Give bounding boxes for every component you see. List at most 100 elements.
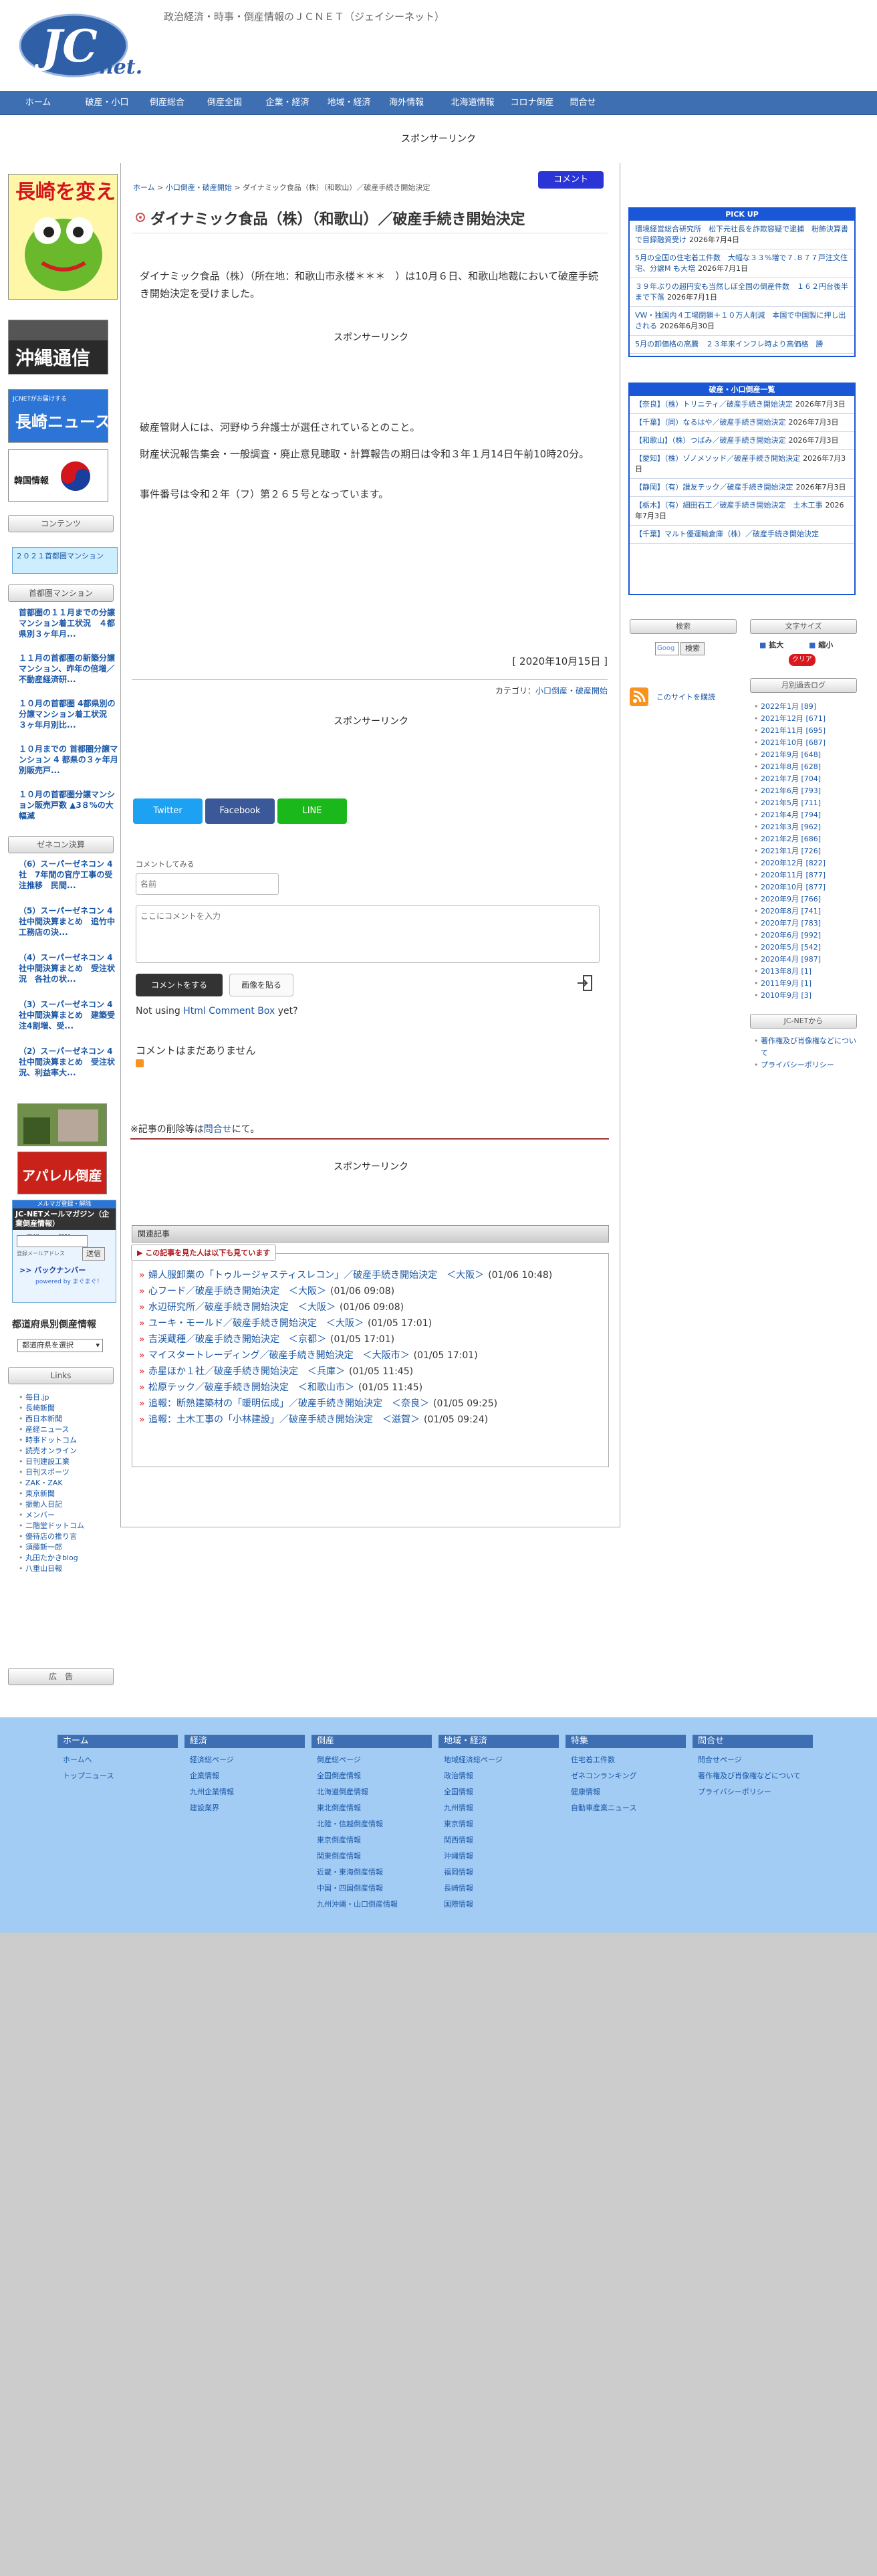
links-item[interactable]: • 西日本新聞	[19, 1414, 119, 1424]
zeneco-item[interactable]: （3）スーパーゼネコン 4社中間決算まとめ 建築受注4割増、受...	[19, 999, 119, 1031]
related-item[interactable]: 松原テック／破産手続き開始決定 ＜和歌山市＞ (01/05 11:45)	[138, 1380, 599, 1396]
mailmag-email-input[interactable]	[17, 1235, 88, 1247]
nav-tosan-zenkoku[interactable]: 倒産全国	[198, 91, 251, 115]
archive-item[interactable]: 2021年9月 [648]	[753, 749, 860, 761]
search-button[interactable]: 検索	[680, 642, 705, 655]
pref-select[interactable]: 都道府県を選択 ▾	[17, 1339, 103, 1352]
mansion-item[interactable]: １１月の首都圏の新築分譲マンション、昨年の倍増／不動産経済研...	[19, 653, 119, 685]
footer-link[interactable]: 政治情報	[438, 1768, 559, 1784]
hasan-item-title[interactable]: 【奈良】（株）トリニティ／破産手続き開始決定	[635, 400, 793, 409]
hasan-item[interactable]: 【奈良】（株）トリニティ／破産手続き開始決定 2026年7月3日	[630, 396, 854, 414]
archive-item[interactable]: 2013年8月 [1]	[753, 966, 860, 978]
archive-item[interactable]: 2021年4月 [794]	[753, 809, 860, 821]
banner-okinawa[interactable]: 沖縄通信	[8, 320, 108, 374]
links-item[interactable]: • 八重山日報	[19, 1564, 119, 1574]
links-item[interactable]: • 日刊スポーツ	[19, 1467, 119, 1478]
search-input[interactable]: Goog	[655, 642, 679, 655]
footer-link[interactable]: 健康情報	[566, 1784, 686, 1800]
mansion-item[interactable]: １０月までの 首都圏分譲マンション 4 都県の３ヶ年月別販売戸...	[19, 744, 119, 776]
pickup-item[interactable]: 環境経営総合研究所 松下元社長を詐欺容疑で逮捕 粉飾決算書で目録融資受け 2026…	[630, 221, 854, 249]
paste-image-button[interactable]: 画像を貼る	[229, 974, 293, 996]
hasan-item[interactable]: 【千葉】（同）なるはや／破産手続き開始決定 2026年7月3日	[630, 414, 854, 432]
related-item[interactable]: 追報：土木工事の「小林建設」／破産手続き開始決定 ＜滋賀＞ (01/05 09:2…	[138, 1412, 599, 1428]
footer-link[interactable]: 東北倒産情報	[311, 1800, 432, 1816]
zeneco-item[interactable]: （2）スーパーゼネコン 4社中間決算まとめ 受注状況、利益率大...	[19, 1046, 119, 1078]
footer-link[interactable]: 著作権及び肖像権などについて	[693, 1768, 813, 1784]
site-logo[interactable]: JC net.	[19, 7, 152, 82]
comment-button[interactable]: コメント	[538, 171, 604, 189]
related-item-title[interactable]: マイスタートレーディング／破産手続き開始決定 ＜大阪市＞	[148, 1350, 410, 1361]
links-item[interactable]: • 二階堂ドットコム	[19, 1521, 119, 1531]
footer-link[interactable]: ホームへ	[57, 1752, 178, 1768]
links-item[interactable]: • 長崎新聞	[19, 1403, 119, 1414]
archive-item[interactable]: 2022年1月 [89]	[753, 701, 860, 713]
mansion-item[interactable]: １０月の首都圏分譲マンション販売戸数 ▲3８%の大幅減	[19, 789, 119, 821]
related-item[interactable]: 追報：断熱建築材の「暖明伝成」／破産手続き開始決定 ＜奈良＞ (01/05 09:…	[138, 1396, 599, 1412]
archive-item[interactable]: 2021年5月 [711]	[753, 797, 860, 809]
nav-home[interactable]: ホーム	[15, 91, 61, 115]
related-item-title[interactable]: 赤星ほか１社／破産手続き開始決定 ＜兵庫＞	[148, 1366, 345, 1377]
footer-link[interactable]: 問合せページ	[693, 1752, 813, 1768]
footer-link[interactable]: 建設業界	[184, 1800, 305, 1816]
hasan-item[interactable]: 【愛知】（株）ゾノメソッド／破産手続き開始決定 2026年7月3日	[630, 450, 854, 479]
links-item[interactable]: • 読売オンライン	[19, 1446, 119, 1457]
hasan-item[interactable]: 【千葉】マルト優運輸倉庫（株）／破産手続き開始決定	[630, 526, 854, 544]
archive-item[interactable]: 2020年12月 [822]	[753, 857, 860, 869]
footer-heading[interactable]: 問合せ	[693, 1735, 813, 1748]
footer-link[interactable]: 近畿・東海倒産情報	[311, 1864, 432, 1881]
submit-comment-button[interactable]: コメントをする	[136, 974, 223, 996]
pickup-item-title[interactable]: 環境経営総合研究所 松下元社長を詐欺容疑で逮捕 粉飾決算書で目録融資受け	[635, 225, 848, 244]
archive-item[interactable]: 2010年9月 [3]	[753, 990, 860, 1002]
footer-link[interactable]: 住宅着工件数	[566, 1752, 686, 1768]
links-item[interactable]: • 産経ニュース	[19, 1424, 119, 1435]
rss-icon-small[interactable]	[136, 1059, 144, 1067]
archive-item[interactable]: 2020年4月 [987]	[753, 954, 860, 966]
comment-name-input[interactable]	[136, 873, 279, 895]
mansion-2021-link[interactable]: ２０２１首都圏マンション	[12, 547, 118, 574]
links-item[interactable]: • 丸田たかきblog	[19, 1553, 119, 1564]
archive-item[interactable]: 2020年6月 [992]	[753, 930, 860, 942]
banner-apparel[interactable]: アパレル倒産	[17, 1152, 107, 1194]
archive-item[interactable]: 2021年1月 [726]	[753, 845, 860, 857]
links-item[interactable]: • ZAK・ZAK	[19, 1478, 119, 1489]
links-item[interactable]: • 時事ドットコム	[19, 1435, 119, 1446]
footer-link[interactable]: 関東倒産情報	[311, 1848, 432, 1864]
footer-link[interactable]: 自動車産業ニュース	[566, 1800, 686, 1816]
footer-heading[interactable]: 特集	[566, 1735, 686, 1748]
jcnet-item[interactable]: プライバシーポリシー	[753, 1059, 860, 1071]
footer-link[interactable]: 中国・四国倒産情報	[311, 1881, 432, 1897]
footer-link[interactable]: 九州情報	[438, 1800, 559, 1816]
related-item[interactable]: マイスタートレーディング／破産手続き開始決定 ＜大阪市＞(01/05 17:01…	[138, 1348, 599, 1364]
hasan-item[interactable]: 【和歌山】（株）つばみ／破産手続き開始決定 2026年7月3日	[630, 432, 854, 450]
related-item-title[interactable]: 吉渓蔵種／破産手続き開始決定 ＜京都＞	[148, 1334, 326, 1345]
footer-link[interactable]: 経済総ページ	[184, 1752, 305, 1768]
pickup-item[interactable]: ３９年ぶりの超円安も当然しぼ全国の倒産件数 １６２円台後半まで下落 2026年7月…	[630, 278, 854, 307]
footer-link[interactable]: 東京情報	[438, 1816, 559, 1832]
breadcrumb-category[interactable]: 小口倒産・破産開始	[166, 183, 232, 192]
archive-item[interactable]: 2020年5月 [542]	[753, 942, 860, 954]
login-icon[interactable]	[576, 974, 594, 992]
nav-chiiki-keizai[interactable]: 地域・経済	[321, 91, 377, 115]
archive-item[interactable]: 2011年9月 [1]	[753, 978, 860, 990]
archive-item[interactable]: 2021年7月 [704]	[753, 773, 860, 785]
related-item-title[interactable]: ユーキ・モールド／破産手続き開始決定 ＜大阪＞	[148, 1318, 364, 1329]
footer-link[interactable]: 企業情報	[184, 1768, 305, 1784]
comment-text-input[interactable]	[136, 905, 600, 963]
footer-link[interactable]: 長崎情報	[438, 1881, 559, 1897]
archive-item[interactable]: 2021年2月 [686]	[753, 833, 860, 845]
fontsize-small-button[interactable]: ■ 縮小	[809, 639, 833, 650]
hcb-link[interactable]: Html Comment Box	[183, 1006, 275, 1016]
footer-link[interactable]: 倒産総ページ	[311, 1752, 432, 1768]
related-item-title[interactable]: 婦人服卸業の「トゥルージャスティスレコン」／破産手続き開始決定 ＜大阪＞	[148, 1270, 484, 1281]
footer-link[interactable]: 全国情報	[438, 1784, 559, 1800]
archive-item[interactable]: 2021年6月 [793]	[753, 785, 860, 797]
hasan-item-title[interactable]: 【千葉】（同）なるはや／破産手続き開始決定	[635, 418, 786, 427]
footer-link[interactable]: トップニュース	[57, 1768, 178, 1784]
breadcrumb-home[interactable]: ホーム	[133, 183, 155, 192]
related-item[interactable]: 水辺研究所／破産手続き開始決定 ＜大阪＞ (01/06 09:08)	[138, 1299, 599, 1315]
related-item[interactable]: ユーキ・モールド／破産手続き開始決定 ＜大阪＞ (01/05 17:01)	[138, 1315, 599, 1331]
footer-link[interactable]: 東京倒産情報	[311, 1832, 432, 1848]
related-item-title[interactable]: 追報：断熱建築材の「暖明伝成」／破産手続き開始決定 ＜奈良＞	[148, 1398, 429, 1409]
related-item-title[interactable]: 心フード／破産手続き開始決定 ＜大阪＞	[148, 1286, 326, 1297]
links-item[interactable]: • 日刊建設工業	[19, 1457, 119, 1467]
